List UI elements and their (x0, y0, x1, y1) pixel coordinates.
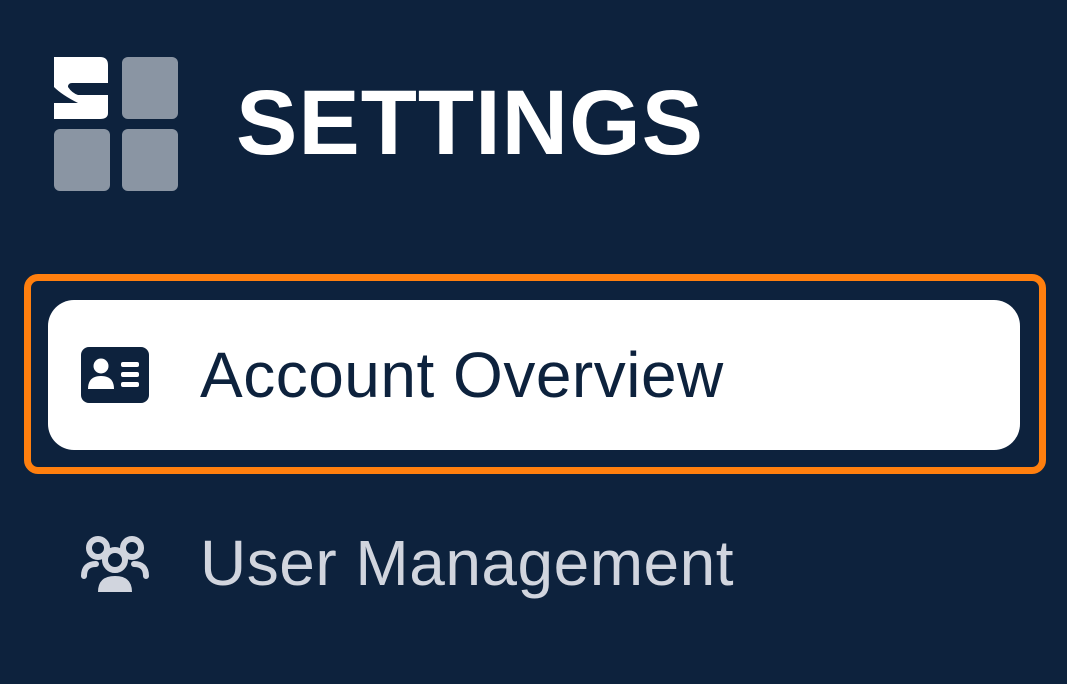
sidebar-header: SETTINGS (52, 55, 704, 191)
id-card-icon (80, 346, 150, 404)
page-title: SETTINGS (236, 72, 705, 174)
users-icon (80, 534, 150, 592)
settings-grid-logo-icon (54, 57, 178, 191)
settings-sidebar: SETTINGS Account Overview User Managemen… (0, 0, 1067, 684)
sidebar-item-label: Account Overview (200, 339, 724, 411)
sidebar-item-account-overview[interactable]: Account Overview (48, 300, 1020, 450)
sidebar-item-label: User Management (200, 527, 734, 599)
sidebar-item-user-management[interactable]: User Management (48, 488, 1020, 638)
